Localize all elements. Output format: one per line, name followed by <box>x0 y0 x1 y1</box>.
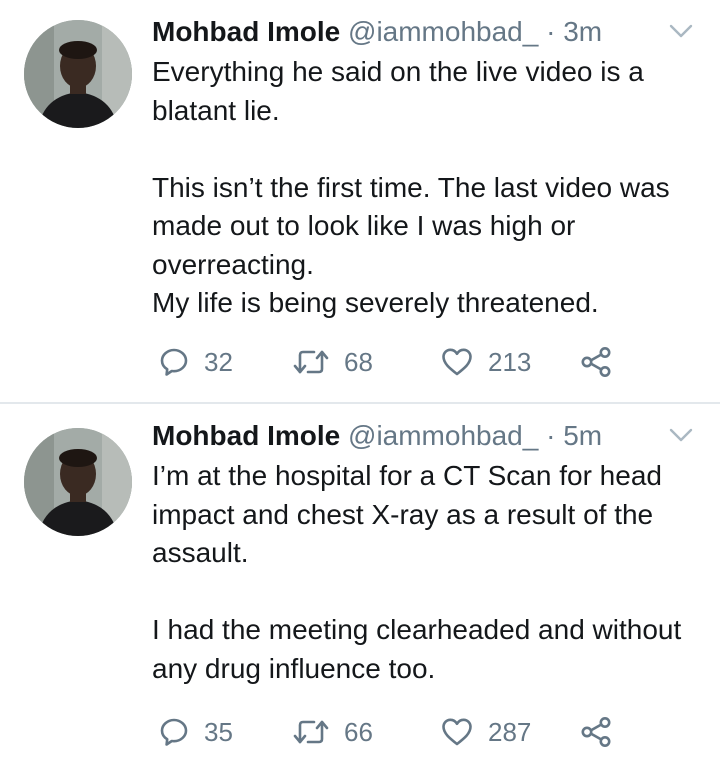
author-handle[interactable]: @iammohbad_ <box>348 16 538 47</box>
reply-button[interactable]: 32 <box>158 344 233 380</box>
tweet-header: Mohbad Imole @iammohbad_ · 3m <box>152 14 602 50</box>
retweet-button[interactable]: 68 <box>292 344 373 380</box>
tweet-time[interactable]: 5m <box>563 420 602 451</box>
reply-count: 32 <box>204 347 233 377</box>
reply-count: 35 <box>204 717 233 747</box>
separator-dot: · <box>546 420 556 451</box>
avatar[interactable] <box>24 428 132 536</box>
tweet-time[interactable]: 3m <box>563 16 602 47</box>
retweet-count: 66 <box>344 717 373 747</box>
tweet[interactable]: Mohbad Imole @iammohbad_ · 3m Everything… <box>0 0 720 402</box>
tweet-actions: 32 68 213 <box>158 344 638 380</box>
chevron-down-icon[interactable] <box>668 426 694 444</box>
avatar[interactable] <box>24 20 132 128</box>
reply-icon <box>158 716 190 748</box>
share-icon <box>580 346 612 378</box>
heart-icon <box>440 346 474 378</box>
share-icon <box>580 716 612 748</box>
retweet-button[interactable]: 66 <box>292 714 373 750</box>
like-button[interactable]: 213 <box>440 344 531 380</box>
separator-dot: · <box>546 16 556 47</box>
retweet-icon <box>292 716 330 748</box>
chevron-down-icon[interactable] <box>668 22 694 40</box>
retweet-count: 68 <box>344 347 373 377</box>
author-handle[interactable]: @iammohbad_ <box>348 420 538 451</box>
author-name[interactable]: Mohbad Imole <box>152 420 340 451</box>
tweet-text: Everything he said on the live video is … <box>152 56 670 318</box>
like-count: 213 <box>488 347 532 377</box>
share-button[interactable] <box>580 344 612 380</box>
tweet-actions: 35 66 287 <box>158 714 638 750</box>
heart-icon <box>440 716 474 748</box>
tweet[interactable]: Mohbad Imole @iammohbad_ · 5m I’m at the… <box>0 404 720 764</box>
tweet-header: Mohbad Imole @iammohbad_ · 5m <box>152 418 602 454</box>
like-count: 287 <box>488 717 532 747</box>
author-name[interactable]: Mohbad Imole <box>152 16 340 47</box>
reply-button[interactable]: 35 <box>158 714 233 750</box>
tweet-text: I’m at the hospital for a CT Scan for he… <box>152 460 682 684</box>
reply-icon <box>158 346 190 378</box>
retweet-icon <box>292 346 330 378</box>
like-button[interactable]: 287 <box>440 714 531 750</box>
share-button[interactable] <box>580 714 612 750</box>
